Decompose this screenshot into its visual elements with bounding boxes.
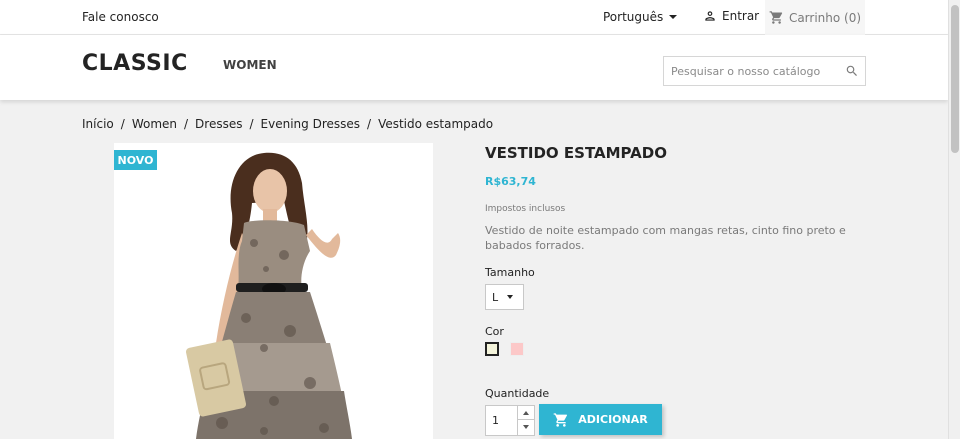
cart-plus-icon: [553, 412, 568, 427]
add-to-cart-button[interactable]: ADICIONAR: [539, 404, 662, 435]
language-label: Português: [603, 10, 664, 24]
quantity-spinner: [517, 406, 534, 435]
breadcrumb-item-dresses[interactable]: Dresses: [195, 117, 242, 131]
breadcrumb-item-evening-dresses[interactable]: Evening Dresses: [261, 117, 360, 131]
menu-item-women[interactable]: WOMEN: [223, 58, 277, 72]
person-icon: [705, 11, 715, 21]
search-input[interactable]: [664, 57, 834, 85]
contact-link[interactable]: Fale conosco: [82, 10, 159, 24]
add-to-cart-label: ADICIONAR: [578, 413, 648, 426]
chevron-up-icon: [523, 410, 529, 415]
search-box: [663, 56, 866, 86]
top-nav: Fale conosco Português Entrar Carrinho (…: [0, 0, 948, 35]
color-swatch-pink[interactable]: [510, 342, 524, 356]
scrollbar-thumb[interactable]: [951, 5, 959, 153]
chevron-down-icon: [523, 425, 529, 429]
breadcrumb-item-current: Vestido estampado: [378, 117, 494, 131]
tax-note: Impostos inclusos: [485, 204, 566, 214]
new-badge: NOVO: [114, 150, 157, 170]
color-swatch-beige[interactable]: [485, 342, 499, 356]
quantity-increase-button[interactable]: [518, 406, 534, 420]
cart-icon: [769, 11, 783, 24]
chevron-down-icon: [669, 15, 678, 19]
color-label: Cor: [485, 325, 504, 338]
breadcrumb: Início / Women / Dresses / Evening Dress…: [82, 117, 493, 131]
size-value: L: [492, 290, 499, 304]
site-header: CLASSIC WOMEN: [0, 35, 948, 100]
dress-photo: [185, 152, 352, 439]
size-select[interactable]: L: [485, 284, 524, 310]
language-selector[interactable]: Português: [603, 10, 678, 24]
breadcrumb-separator: /: [367, 117, 372, 131]
login-label: Entrar: [722, 9, 760, 23]
quantity-stepper[interactable]: 1: [485, 405, 535, 436]
quantity-label: Quantidade: [485, 387, 550, 400]
site-logo[interactable]: CLASSIC: [82, 51, 188, 76]
cart-button[interactable]: Carrinho (0): [765, 0, 865, 35]
product-description: Vestido de noite estampado com mangas re…: [485, 224, 846, 252]
product-price: R$63,74: [485, 175, 536, 188]
breadcrumb-separator: /: [184, 117, 189, 131]
breadcrumb-separator: /: [120, 117, 125, 131]
quantity-value[interactable]: 1: [492, 414, 499, 427]
product-image[interactable]: [114, 143, 433, 439]
cart-label: Carrinho (0): [788, 10, 862, 25]
page-scrollbar[interactable]: [948, 0, 960, 439]
search-icon[interactable]: [845, 64, 859, 78]
chevron-down-icon: [507, 295, 514, 299]
quantity-decrease-button[interactable]: [518, 420, 534, 434]
product-title: VESTIDO ESTAMPADO: [485, 144, 667, 162]
size-label: Tamanho: [485, 266, 535, 279]
login-link[interactable]: Entrar: [703, 9, 759, 23]
breadcrumb-item-home[interactable]: Início: [82, 117, 114, 131]
breadcrumb-separator: /: [249, 117, 254, 131]
breadcrumb-item-women[interactable]: Women: [132, 117, 177, 131]
